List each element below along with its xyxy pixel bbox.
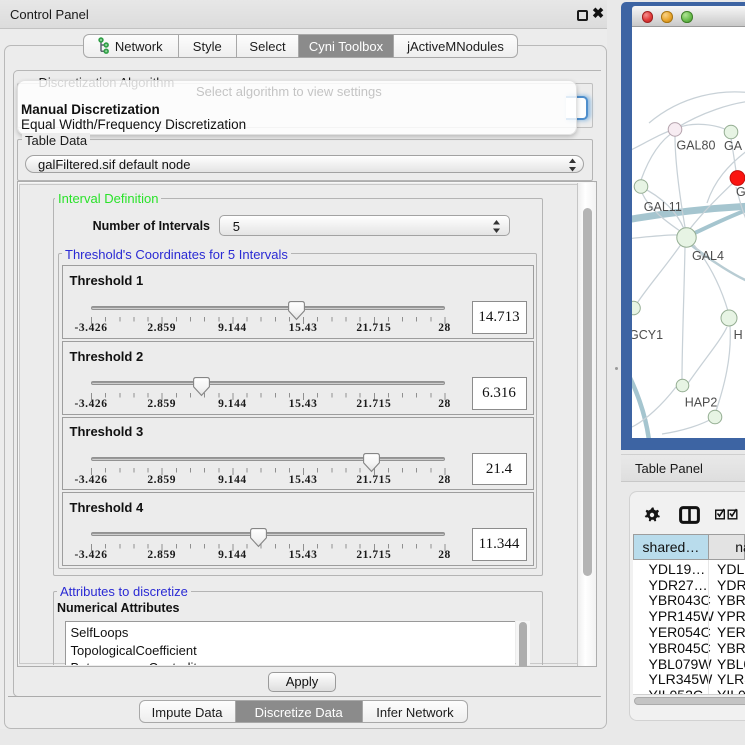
svg-text:HAP2: HAP2 xyxy=(685,396,718,410)
svg-text:GA: GA xyxy=(724,139,743,153)
svg-text:GAL4: GAL4 xyxy=(692,249,724,263)
svg-text:GAL11: GAL11 xyxy=(644,200,682,214)
svg-text:GAL80: GAL80 xyxy=(677,138,716,152)
svg-text:GCY1: GCY1 xyxy=(632,328,663,342)
svg-text:G: G xyxy=(736,185,745,199)
svg-text:H: H xyxy=(734,328,743,342)
